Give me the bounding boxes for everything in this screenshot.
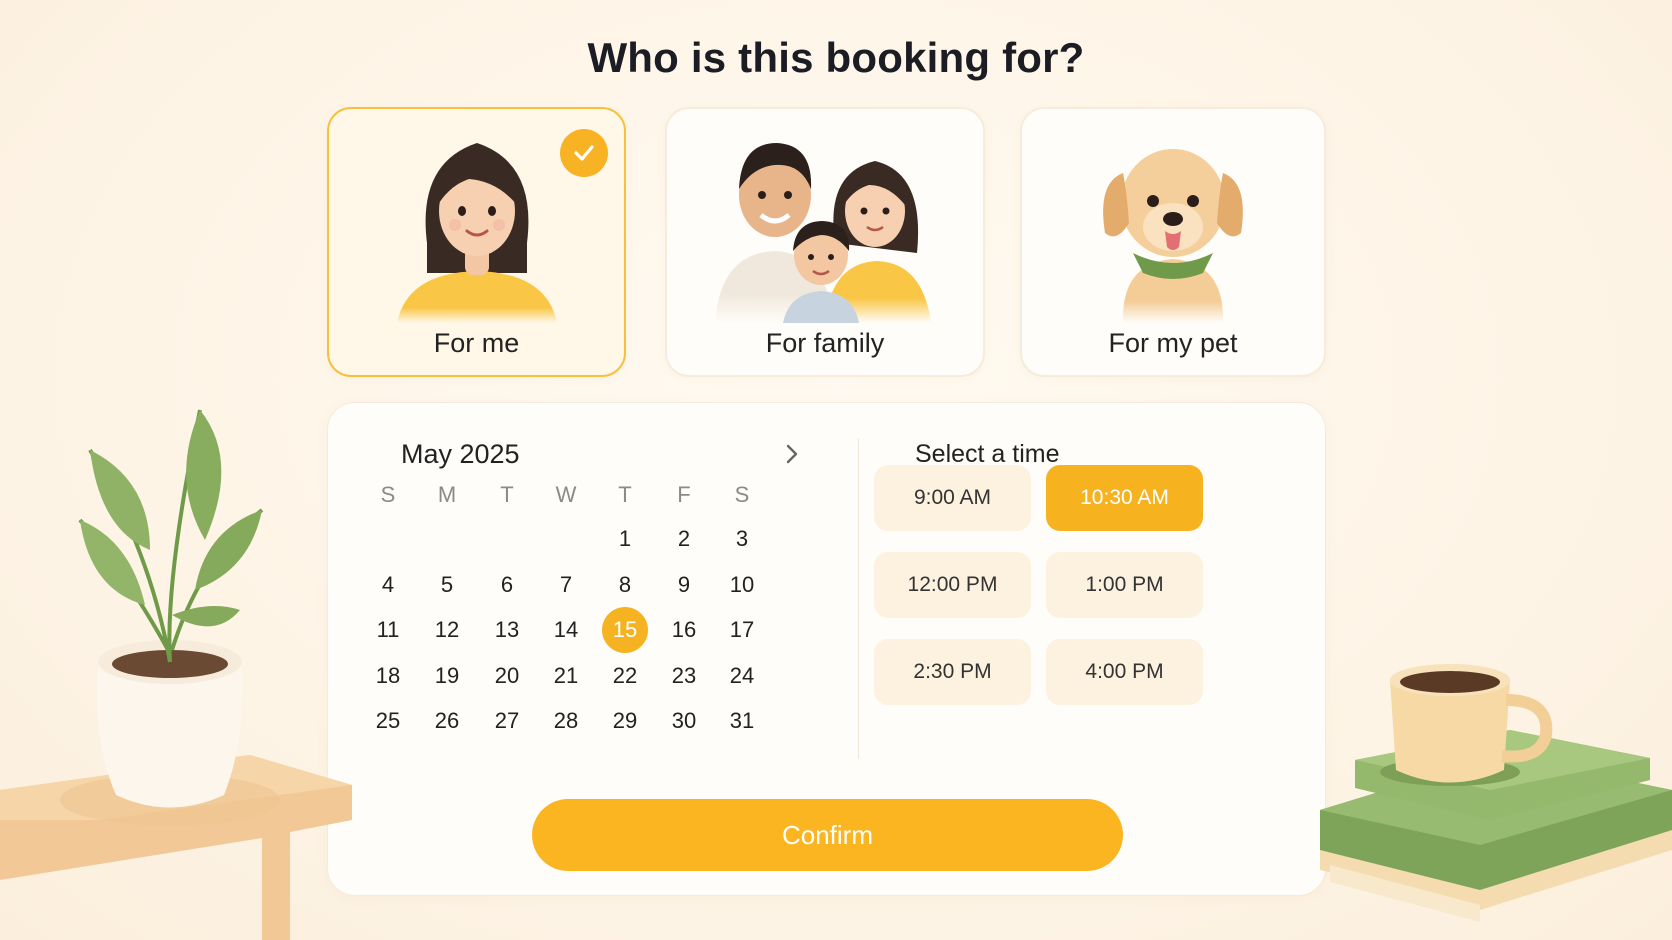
chevron-right-icon	[786, 444, 798, 464]
weekday-header: W	[555, 482, 577, 507]
time-slot[interactable]: 4:00 PM	[1046, 639, 1203, 705]
option-label: For me	[433, 328, 520, 358]
calendar-day[interactable]: 4	[365, 562, 411, 608]
calendar-day[interactable]: 21	[543, 653, 589, 699]
calendar-day[interactable]: 27	[484, 698, 530, 744]
divider	[858, 439, 859, 759]
calendar-day[interactable]: 28	[543, 698, 589, 744]
calendar-day[interactable]: 3	[719, 516, 765, 562]
page-title: Who is this booking for?	[587, 34, 1085, 81]
calendar-day[interactable]: 2	[661, 516, 707, 562]
plant-table-decoration	[0, 409, 352, 940]
weekday-header: M	[437, 482, 457, 507]
calendar-day[interactable]: 1	[602, 516, 648, 562]
time-slot[interactable]: 10:30 AM	[1046, 465, 1203, 531]
weekday-header: T	[500, 482, 514, 507]
calendar-day[interactable]: 22	[602, 653, 648, 699]
calendar-day[interactable]: 14	[543, 607, 589, 653]
weekday-header: S	[734, 482, 750, 507]
check-icon	[560, 129, 608, 177]
option-for-me[interactable]: For me	[327, 107, 626, 377]
confirm-button[interactable]: Confirm	[532, 799, 1123, 871]
calendar-day[interactable]: 20	[484, 653, 530, 699]
booking-panel: May 2025 S M T W T F S 1 2 3 4 5 6 7 8 9 10 11 12 13 14 15 16 1…	[327, 402, 1326, 896]
option-label: For my pet	[1108, 328, 1238, 358]
weekday-header: S	[380, 482, 396, 507]
calendar-day[interactable]: 17	[719, 607, 765, 653]
calendar-day[interactable]: 11	[365, 607, 411, 653]
calendar-day[interactable]: 5	[424, 562, 470, 608]
calendar-day-selected[interactable]: 15	[602, 607, 648, 654]
coffee-books-decoration	[1320, 664, 1672, 922]
time-slot[interactable]: 2:30 PM	[874, 639, 1031, 705]
time-slot[interactable]: 1:00 PM	[1046, 552, 1203, 618]
dog-illustration	[1103, 149, 1243, 323]
calendar-day[interactable]: 25	[365, 698, 411, 744]
calendar-day[interactable]: 31	[719, 698, 765, 744]
calendar-day[interactable]: 9	[661, 562, 707, 608]
calendar-day[interactable]: 6	[484, 562, 530, 608]
time-slot[interactable]: 9:00 AM	[874, 465, 1031, 531]
calendar-day[interactable]: 10	[719, 562, 765, 608]
family-illustration	[715, 143, 931, 323]
weekday-header: T	[618, 482, 632, 507]
calendar-day[interactable]: 23	[661, 653, 707, 699]
option-for-my-pet[interactable]: For my pet	[1020, 107, 1326, 377]
calendar-day[interactable]: 7	[543, 562, 589, 608]
calendar-day[interactable]: 12	[424, 607, 470, 653]
option-label: For family	[765, 328, 885, 358]
next-month-button[interactable]	[775, 437, 809, 471]
option-for-family[interactable]: For family	[665, 107, 985, 377]
weekday-header: F	[677, 482, 691, 507]
woman-illustration	[396, 143, 557, 323]
time-slot[interactable]: 12:00 PM	[874, 552, 1031, 618]
calendar-day[interactable]: 13	[484, 607, 530, 653]
calendar-day[interactable]: 29	[602, 698, 648, 744]
calendar-day[interactable]: 24	[719, 653, 765, 699]
calendar-day[interactable]: 26	[424, 698, 470, 744]
month-label: May 2025	[401, 439, 520, 469]
calendar-day[interactable]: 18	[365, 653, 411, 699]
calendar-day[interactable]: 30	[661, 698, 707, 744]
calendar-day[interactable]: 19	[424, 653, 470, 699]
calendar-day[interactable]: 8	[602, 562, 648, 608]
calendar-day[interactable]: 16	[661, 607, 707, 653]
